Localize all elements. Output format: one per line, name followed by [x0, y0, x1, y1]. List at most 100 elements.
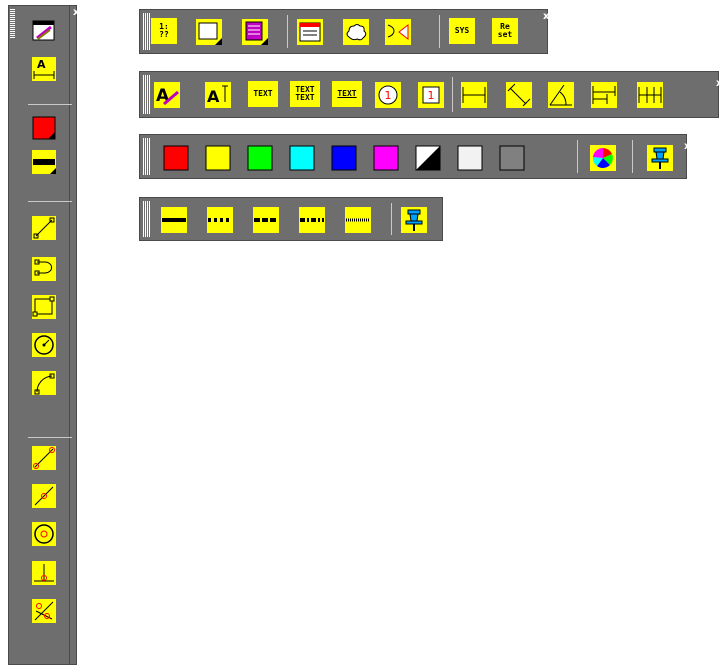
color-swatch-magenta[interactable]: [372, 144, 399, 171]
text-button[interactable]: TEXT: [248, 81, 278, 107]
linetype-dashed-button[interactable]: [252, 206, 279, 233]
circle-icon: [32, 333, 56, 357]
properties-icon: [296, 18, 323, 45]
baseline-dimension-button[interactable]: [590, 81, 617, 108]
color-wheel-icon: [589, 144, 616, 171]
color-swatch-gray[interactable]: [498, 144, 525, 171]
pin-button[interactable]: [646, 144, 673, 171]
vertical-toolbar-grip[interactable]: [10, 9, 15, 39]
toolbar-grip[interactable]: [143, 138, 151, 175]
linetype-toolbar: [139, 197, 443, 241]
line-weight-icon: [32, 150, 56, 174]
linetype-fine-dotted-button[interactable]: [344, 206, 371, 233]
line-icon: [32, 216, 56, 240]
color-swatch-cyan[interactable]: [288, 144, 315, 171]
separator: [28, 104, 72, 105]
text-edit-button[interactable]: A: [204, 81, 231, 108]
balloon-icon: 1: [374, 81, 401, 108]
continuous-dimension-icon: [636, 81, 663, 108]
color-toolbar-close-button[interactable]: x: [684, 142, 690, 152]
red-swatch-icon: [163, 145, 188, 170]
layer-icon: [241, 18, 268, 45]
edit-properties-button[interactable]: [31, 18, 57, 44]
linetype-continuous-button[interactable]: [160, 206, 187, 233]
rectangle-button[interactable]: [31, 294, 57, 320]
linetype-dotted-button[interactable]: [206, 206, 233, 233]
snap-midpoint-button[interactable]: [31, 483, 57, 509]
color-swatch-white[interactable]: [456, 144, 483, 171]
underline-text-button[interactable]: TEXT: [332, 81, 362, 107]
settings-toolbar: 1: ?? SYS Re set: [139, 9, 548, 54]
text-dimension-toolbar-close-button[interactable]: x: [716, 79, 722, 89]
edit-properties-icon: [32, 20, 55, 41]
linetype-dashed-icon: [252, 206, 279, 233]
color-swatches: [162, 144, 542, 171]
arc-icon: [32, 371, 56, 395]
text-dimension-button[interactable]: A: [31, 56, 57, 82]
snap-perpendicular-icon: [32, 561, 56, 585]
vertical-snap-group: [28, 440, 68, 662]
settings-toolbar-close-button[interactable]: x: [543, 12, 549, 22]
color-toolbar: [139, 134, 687, 179]
layer-button[interactable]: [241, 18, 268, 45]
continuous-dimension-button[interactable]: [636, 81, 663, 108]
line-button[interactable]: [31, 215, 57, 241]
snap-intersection-button[interactable]: [31, 598, 57, 624]
sys-button[interactable]: SYS: [449, 18, 475, 44]
color-swatch-red[interactable]: [162, 144, 189, 171]
aligned-dimension-icon: [505, 81, 532, 108]
box-label-icon: 1: [417, 81, 444, 108]
linear-dimension-button[interactable]: [460, 81, 487, 108]
color-swatch-green[interactable]: [246, 144, 273, 171]
balloon-button[interactable]: 1: [374, 81, 401, 108]
break-icon: [384, 18, 411, 45]
blue-swatch-icon: [331, 145, 356, 170]
toolbar-grip[interactable]: [143, 201, 151, 237]
aligned-dimension-button[interactable]: [505, 81, 532, 108]
arc-button[interactable]: [31, 370, 57, 396]
frame-icon: [195, 18, 222, 45]
snap-center-button[interactable]: [31, 521, 57, 547]
magenta-swatch-icon: [373, 145, 398, 170]
break-button[interactable]: [384, 18, 411, 45]
polyline-button[interactable]: [31, 256, 57, 282]
scale-button[interactable]: 1: ??: [151, 18, 177, 44]
text-edit-icon: A: [204, 81, 231, 108]
multiline-text-button[interactable]: TEXT TEXT: [290, 81, 320, 107]
properties-button[interactable]: [296, 18, 323, 45]
svg-text:1: 1: [427, 89, 434, 102]
toolbar-grip[interactable]: [143, 75, 151, 114]
snap-perpendicular-button[interactable]: [31, 560, 57, 586]
text-style-button[interactable]: A: [153, 81, 180, 108]
yellow-swatch-icon: [205, 145, 230, 170]
separator: [439, 15, 440, 48]
circle-button[interactable]: [31, 332, 57, 358]
linetype-toolbar-close-button[interactable]: x: [445, 203, 451, 213]
toolbar-grip[interactable]: [143, 13, 151, 50]
color-button[interactable]: [31, 115, 57, 141]
rectangle-frame-button[interactable]: [195, 18, 222, 45]
snap-endpoint-button[interactable]: [31, 445, 57, 471]
svg-text:A: A: [156, 86, 170, 106]
separator: [287, 15, 288, 48]
linetype-dash-dot-icon: [298, 206, 325, 233]
cloud-button[interactable]: [342, 18, 369, 45]
color-swatch-black-white[interactable]: [414, 144, 441, 171]
gray-swatch-icon: [499, 145, 524, 170]
vertical-toolbar-close-button[interactable]: x: [73, 8, 79, 18]
polyline-icon: [32, 257, 56, 281]
green-swatch-icon: [247, 145, 272, 170]
reset-button[interactable]: Re set: [492, 18, 518, 44]
box-label-button[interactable]: 1: [417, 81, 444, 108]
color-swatch-blue[interactable]: [330, 144, 357, 171]
angular-dimension-button[interactable]: [547, 81, 574, 108]
text-style-icon: A: [153, 81, 180, 108]
line-weight-button[interactable]: [31, 149, 57, 175]
red-color-icon: [32, 116, 56, 140]
separator: [28, 437, 72, 438]
linetype-dash-dot-button[interactable]: [298, 206, 325, 233]
pin-button[interactable]: [400, 206, 427, 233]
color-swatch-yellow[interactable]: [204, 144, 231, 171]
color-wheel-button[interactable]: [589, 144, 616, 171]
vertical-color-group: [28, 110, 68, 210]
